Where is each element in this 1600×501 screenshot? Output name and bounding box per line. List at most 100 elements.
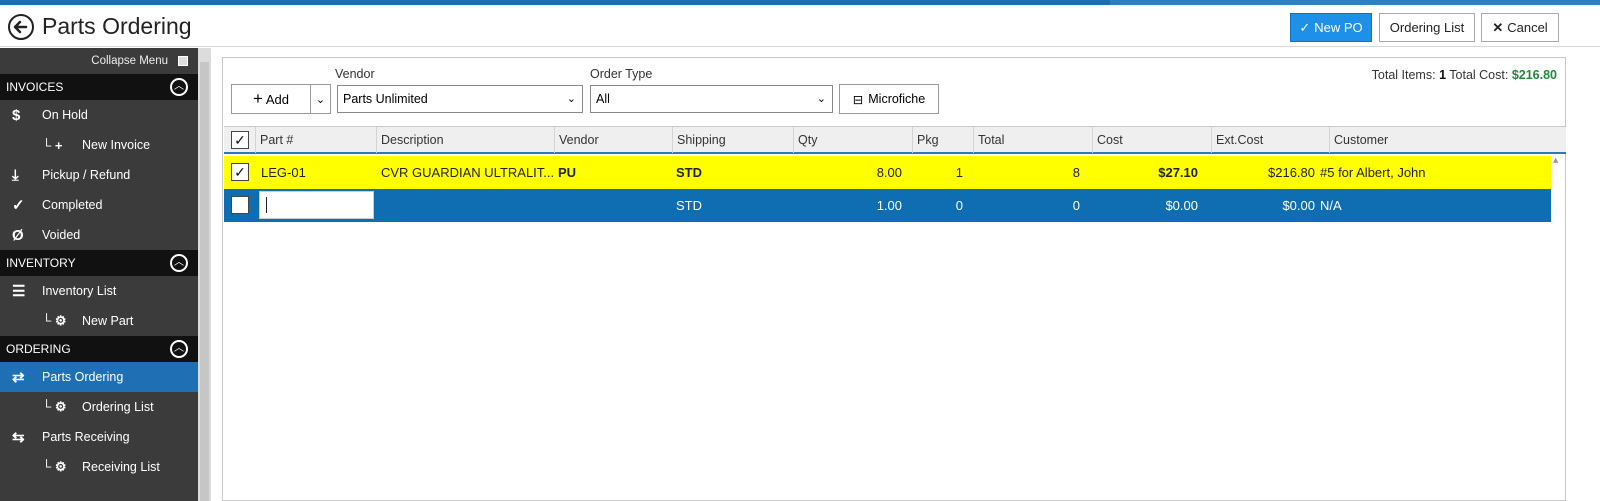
chevron-down-icon: ⌄	[315, 92, 326, 106]
sidebar-item-on-hold[interactable]: $ On Hold	[0, 100, 198, 130]
void-icon: Ø	[12, 226, 24, 244]
total-cost-value: $216.80	[1511, 68, 1557, 82]
total-cost-label: Total Cost:	[1449, 68, 1509, 82]
add-dropdown-button[interactable]: ⌄	[311, 84, 331, 114]
sidebar-scrollbar[interactable]	[198, 48, 211, 501]
gear-icon: └ ⚙	[42, 399, 67, 414]
sidebar-item-parts-ordering[interactable]: ⇄ Parts Ordering	[0, 362, 198, 392]
vendor-value: Parts Unlimited	[343, 92, 428, 106]
column-header-qty[interactable]: Qty	[794, 127, 913, 153]
order-type-select[interactable]: All ⌄	[590, 85, 833, 113]
sidebar-item-new-part[interactable]: └ ⚙ New Part	[0, 306, 198, 336]
plus-icon: └ +	[42, 137, 63, 153]
total-cell: 8	[1072, 165, 1080, 180]
cancel-button[interactable]: ✕ Cancel	[1481, 13, 1559, 42]
column-header-ext-cost[interactable]: Ext.Cost	[1212, 127, 1330, 153]
column-header-cost[interactable]: Cost	[1093, 127, 1212, 153]
sidebar-item-label: On Hold	[42, 108, 88, 122]
part-number-input[interactable]	[259, 191, 374, 219]
sidebar-item-new-invoice[interactable]: └ + New Invoice	[0, 130, 198, 160]
chevron-up-icon[interactable]: ︿	[170, 340, 188, 358]
customer-cell: #5 for Albert, John	[1320, 165, 1426, 180]
sidebar-item-parts-receiving[interactable]: ⇆ Parts Receiving	[0, 422, 198, 452]
page-header: Parts Ordering ✓ New PO Ordering List ✕ …	[0, 5, 1600, 47]
column-header-vendor[interactable]: Vendor	[555, 127, 673, 153]
section-title: ORDERING	[6, 342, 71, 356]
back-arrow-icon[interactable]	[8, 14, 34, 40]
sidebar-item-label: Receiving List	[82, 460, 160, 474]
sidebar-item-inventory-list[interactable]: ☰ Inventory List	[0, 276, 198, 306]
total-items-label: Total Items:	[1371, 68, 1436, 82]
sidebar-item-label: New Invoice	[82, 138, 151, 152]
total-items-value: 1	[1439, 68, 1447, 82]
qty-cell: 8.00	[876, 165, 902, 180]
receive-icon: ⇆	[12, 429, 25, 446]
scrollbar-thumb[interactable]	[200, 62, 209, 501]
cancel-label: Cancel	[1507, 20, 1548, 35]
sidebar: Collapse Menu INVOICES ︿ $ On Hold └ + New…	[0, 48, 198, 501]
sidebar-item-voided[interactable]: Ø Voided	[0, 220, 198, 250]
chevron-down-icon: ⌄	[816, 93, 826, 105]
qty-cell: 1.00	[876, 198, 902, 213]
scroll-up-icon[interactable]: ▲	[1553, 156, 1558, 164]
collapse-menu-button[interactable]: Collapse Menu	[0, 48, 198, 74]
refund-icon: ⤓	[12, 166, 19, 184]
sidebar-item-receiving-list[interactable]: └ ⚙ Receiving List	[0, 452, 198, 482]
sidebar-item-pickup-refund[interactable]: ⤓ Pickup / Refund	[0, 160, 198, 190]
new-po-button[interactable]: ✓ New PO	[1290, 13, 1372, 42]
gear-icon: └ ⚙	[42, 459, 67, 474]
collapse-menu-label: Collapse Menu	[91, 55, 168, 67]
part-cell: LEG-01	[261, 165, 306, 180]
section-invoices[interactable]: INVOICES ︿	[0, 74, 198, 100]
column-header-pkg[interactable]: Pkg	[913, 127, 974, 153]
page-title: Parts Ordering	[42, 13, 192, 39]
column-header-customer[interactable]: Customer	[1330, 127, 1566, 153]
shipping-cell: STD	[676, 198, 702, 213]
vendor-select[interactable]: Parts Unlimited ⌄	[337, 85, 583, 113]
order-icon: ⇄	[12, 369, 25, 386]
sidebar-item-label: Ordering List	[82, 400, 154, 414]
plus-icon: +	[252, 89, 263, 108]
list-icon: ☰	[12, 283, 26, 300]
sidebar-item-label: Parts Receiving	[42, 430, 130, 444]
cost-cell: $0.00	[1165, 198, 1198, 213]
sidebar-item-label: Pickup / Refund	[42, 168, 131, 182]
grid-header: ✓ Part # Description Vendor Shipping Qty…	[224, 126, 1566, 154]
row-checkbox[interactable]	[231, 196, 249, 214]
table-row[interactable]: ✓ LEG-01 CVR GUARDIAN ULTRALIT... PU STD…	[224, 156, 1551, 189]
microfiche-label: Microfiche	[868, 92, 926, 106]
gear-icon: └ ⚙	[42, 313, 67, 328]
grid-scrollbar[interactable]: ▲	[1551, 154, 1564, 500]
section-inventory[interactable]: INVENTORY ︿	[0, 250, 198, 276]
description-cell: CVR GUARDIAN ULTRALIT...	[381, 165, 555, 180]
ordering-panel: Vendor Order Type + Add ⌄ Parts Unlimite…	[222, 57, 1566, 501]
customer-cell: N/A	[1320, 198, 1342, 213]
sidebar-item-ordering-list[interactable]: └ ⚙ Ordering List	[0, 392, 198, 422]
microfiche-button[interactable]: ⊟ Microfiche	[839, 84, 939, 114]
close-icon: ✕	[1492, 19, 1504, 35]
pkg-cell: 0	[955, 198, 963, 213]
section-ordering[interactable]: ORDERING ︿	[0, 336, 198, 362]
sidebar-item-completed[interactable]: ✓ Completed	[0, 190, 198, 220]
vendor-label: Vendor	[335, 67, 375, 81]
sidebar-item-label: Completed	[42, 198, 103, 212]
ext-cost-cell: $0.00	[1282, 198, 1315, 213]
table-row[interactable]: STD 1.00 0 0 $0.00 $0.00 N/A	[224, 189, 1551, 222]
column-header-part[interactable]: Part #	[256, 127, 377, 153]
column-header-shipping[interactable]: Shipping	[673, 127, 794, 153]
checkmark-icon: ✓	[1299, 19, 1311, 35]
chevron-up-icon[interactable]: ︿	[170, 78, 188, 96]
totals-summary: Total Items: 1 Total Cost: $216.80	[1372, 68, 1557, 82]
ordering-list-button[interactable]: Ordering List	[1379, 13, 1475, 42]
chevron-down-icon: ⌄	[566, 93, 576, 105]
ordering-list-label: Ordering List	[1389, 20, 1465, 35]
ext-cost-cell: $216.80	[1268, 165, 1315, 180]
row-checkbox[interactable]: ✓	[231, 163, 249, 181]
chevron-up-icon[interactable]: ︿	[170, 254, 188, 272]
order-type-label: Order Type	[590, 67, 653, 81]
column-header-total[interactable]: Total	[974, 127, 1093, 153]
add-button[interactable]: + Add	[231, 84, 311, 114]
collapse-menu-icon	[178, 56, 188, 66]
select-all-checkbox[interactable]: ✓	[231, 131, 249, 149]
column-header-description[interactable]: Description	[377, 127, 555, 153]
